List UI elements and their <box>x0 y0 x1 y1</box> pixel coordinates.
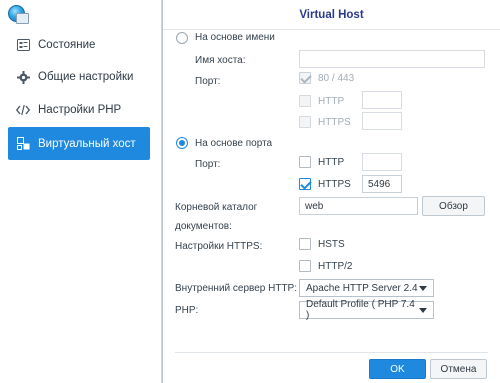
sidebar-item-label: Общие настройки <box>38 71 134 83</box>
virtual-host-icon <box>16 137 30 151</box>
http-checkbox-port-based[interactable] <box>299 156 311 168</box>
sidebar-item-php-settings[interactable]: Настройки PHP <box>8 94 150 126</box>
chevron-down-icon <box>419 285 427 291</box>
https-port-input-name-based[interactable] <box>362 112 402 130</box>
status-icon <box>16 38 30 52</box>
backend-server-select[interactable]: Apache HTTP Server 2.4 <box>299 279 434 297</box>
https-checkbox-name-based[interactable] <box>299 116 311 128</box>
port-based-radio[interactable] <box>176 137 188 149</box>
http-checkbox-name-based[interactable] <box>299 95 311 107</box>
sidebar-item-status[interactable]: Состояние <box>8 29 150 61</box>
http-port-input-port-based[interactable] <box>362 153 402 171</box>
cancel-button[interactable]: Отмена <box>430 359 487 379</box>
web-station-logo-icon <box>8 5 29 24</box>
name-based-label: На основе имени <box>195 32 275 43</box>
ok-button[interactable]: OK <box>369 359 426 379</box>
sidebar-item-label: Настройки PHP <box>38 104 122 116</box>
dialog-title: Virtual Host <box>163 0 500 30</box>
hsts-checkbox[interactable] <box>299 238 311 250</box>
document-root-label-line1: Корневой каталог <box>175 202 258 213</box>
sidebar-item-label: Состояние <box>38 39 96 51</box>
sidebar-item-label: Виртуальный хост <box>38 137 136 150</box>
name-based-radio[interactable] <box>176 32 188 44</box>
hostname-label: Имя хоста: <box>195 55 246 66</box>
https-port-input[interactable]: 5496 <box>362 175 402 193</box>
chevron-down-icon <box>419 307 427 313</box>
document-root-input[interactable]: web <box>299 197 418 215</box>
http-label-name-based: HTTP <box>318 96 345 107</box>
php-label: PHP: <box>175 305 199 316</box>
virtual-host-dialog: Virtual Host На основе имени Имя хоста: … <box>162 0 500 383</box>
code-icon <box>16 103 30 117</box>
http2-label: HTTP/2 <box>318 261 353 272</box>
http-port-input-name-based[interactable] <box>362 91 402 109</box>
gear-icon <box>16 70 30 84</box>
http2-checkbox[interactable] <box>299 260 311 272</box>
https-label-port-based: HTTPS <box>318 179 351 190</box>
footer-divider <box>175 352 488 353</box>
https-label-name-based: HTTPS <box>318 117 351 128</box>
sidebar-item-virtual-host[interactable]: Виртуальный хост <box>8 127 150 160</box>
sidebar: Состояние Общие настройки Настройки PHP … <box>0 0 162 383</box>
port-80-443-label: 80 / 443 <box>318 73 355 84</box>
php-profile-value: Default Profile ( PHP 7.4 ) <box>306 299 415 321</box>
port-label-port-based: Порт: <box>195 159 221 170</box>
hsts-label: HSTS <box>318 239 345 250</box>
php-profile-select[interactable]: Default Profile ( PHP 7.4 ) <box>299 299 434 321</box>
sidebar-item-general-settings[interactable]: Общие настройки <box>8 61 150 93</box>
https-settings-label: Настройки HTTPS: <box>175 241 263 252</box>
backend-server-value: Apache HTTP Server 2.4 <box>306 282 418 294</box>
sidebar-header <box>0 0 161 28</box>
browse-button[interactable]: Обзор <box>422 196 485 216</box>
port-based-label: На основе порта <box>195 138 273 149</box>
http-label-port-based: HTTP <box>318 157 345 168</box>
hostname-input[interactable] <box>299 50 485 68</box>
port-80-443-checkbox[interactable] <box>299 72 311 84</box>
backend-server-label: Внутренний сервер HTTP: <box>175 283 298 294</box>
port-label-name-based: Порт: <box>195 76 221 87</box>
https-checkbox-port-based[interactable] <box>299 178 311 190</box>
document-root-label-line2: документов: <box>175 221 232 232</box>
